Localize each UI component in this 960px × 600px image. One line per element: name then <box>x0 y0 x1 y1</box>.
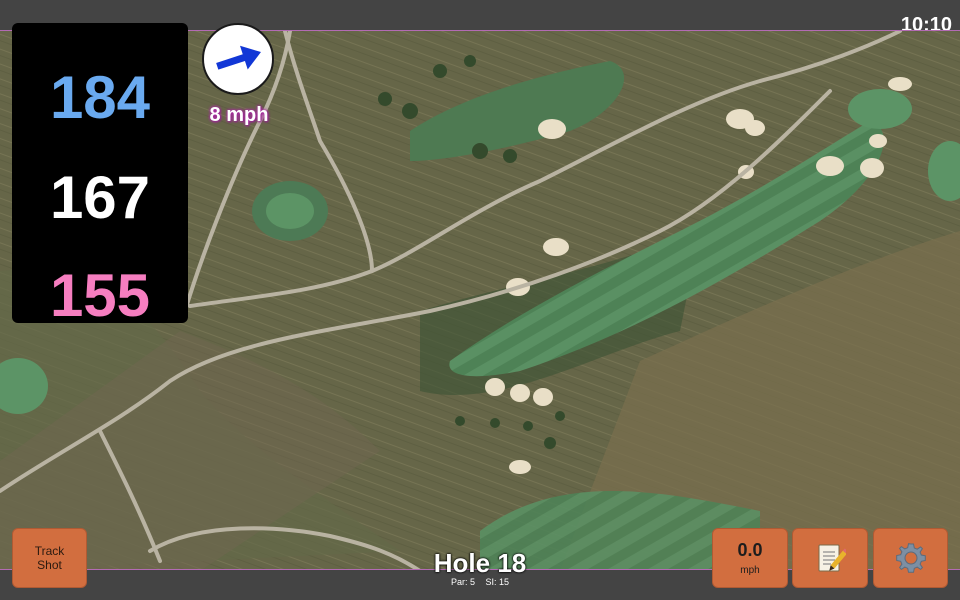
track-shot-button[interactable]: Track Shot <box>12 528 87 588</box>
gear-icon <box>895 543 926 573</box>
front-distance: 155 <box>49 262 151 329</box>
back-distance: 184 <box>49 64 151 131</box>
middle-distance: 167 <box>49 164 151 231</box>
wind-indicator <box>202 23 274 95</box>
speed-value: 0.0 <box>737 540 763 560</box>
speed-unit: mph <box>740 565 760 576</box>
hole-title: Hole 18 <box>433 548 527 578</box>
hole-info: Par: 5 SI: 15 <box>380 577 580 587</box>
hole-par: Par: 5 <box>450 577 475 587</box>
hole-stroke-index: SI: 15 <box>485 577 510 587</box>
notepad-icon <box>818 544 846 572</box>
wind-arrow-icon <box>216 45 261 70</box>
wind-speed: 8 mph <box>209 104 269 126</box>
track-shot-label: Track Shot <box>34 544 65 572</box>
notes-button[interactable] <box>792 528 868 588</box>
settings-button[interactable] <box>873 528 948 588</box>
distance-panel: 184 167 155 <box>12 23 188 329</box>
speed-button[interactable]: 0.0 mph <box>712 528 788 588</box>
